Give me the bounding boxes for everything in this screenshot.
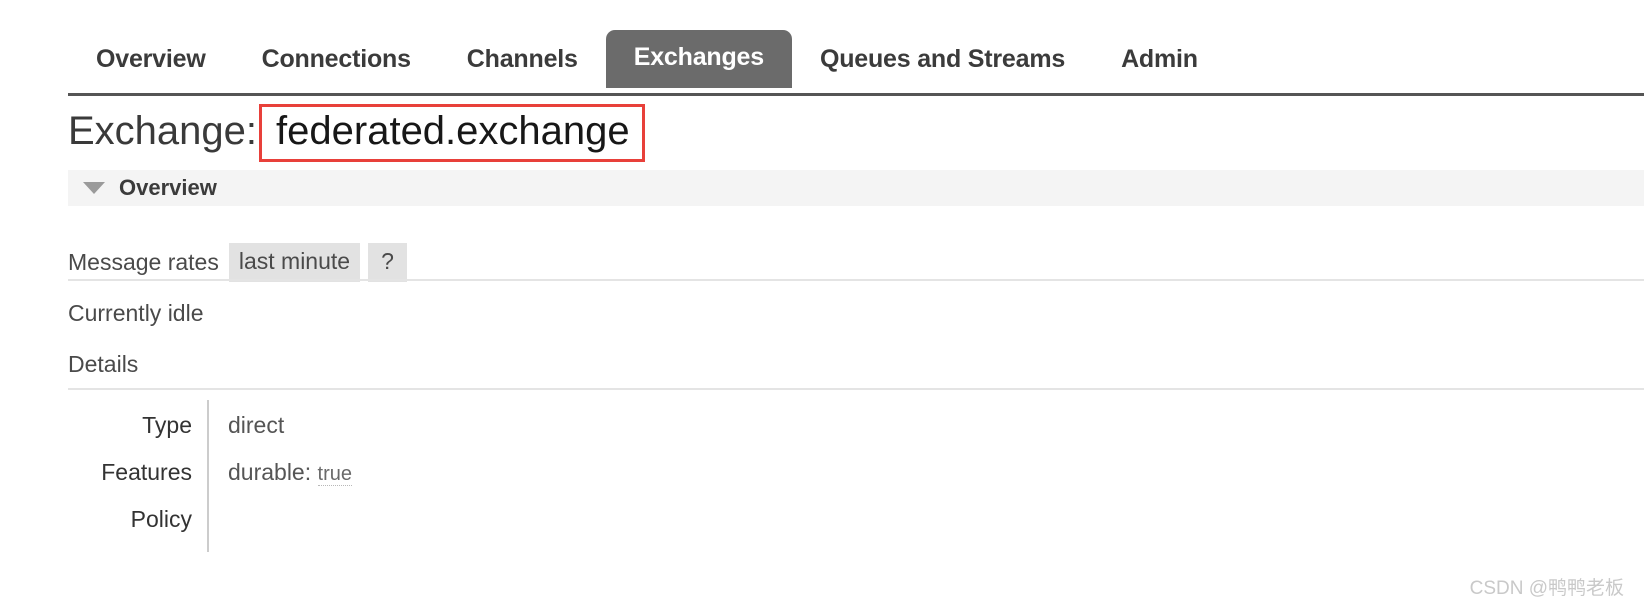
watermark: CSDN @鸭鸭老板 [1469, 578, 1624, 599]
tab-queues-and-streams[interactable]: Queues and Streams [792, 34, 1093, 87]
message-rates-divider [68, 279, 1644, 281]
detail-key-features: Features [101, 459, 192, 485]
detail-value-type-text: direct [228, 412, 285, 438]
tab-channels[interactable]: Channels [439, 34, 606, 87]
main-navigation-tabbar: Overview Connections Channels Exchanges … [0, 0, 1644, 96]
tabbar-underline [68, 93, 1644, 96]
tab-overview[interactable]: Overview [68, 34, 234, 87]
page-title-prefix: Exchange: [68, 109, 258, 153]
message-rates-row: Message rates last minute ? [68, 243, 415, 282]
detail-value-policy [192, 513, 228, 527]
detail-value-features-text: durable: [228, 459, 312, 485]
details-label: Details [68, 351, 139, 377]
overview-section-label: Overview [119, 175, 217, 200]
detail-key-type: Type [142, 412, 192, 438]
chevron-down-icon[interactable] [83, 182, 105, 194]
page-title: Exchange: federated.exchange [68, 104, 645, 162]
tab-connections[interactable]: Connections [234, 34, 439, 87]
message-rates-help-icon[interactable]: ? [368, 243, 407, 282]
table-row: Type direct [68, 400, 768, 447]
detail-key-policy: Policy [130, 506, 192, 532]
currently-idle-status: Currently idle [68, 300, 204, 326]
message-rates-label: Message rates [68, 249, 219, 275]
tab-exchanges[interactable]: Exchanges [605, 30, 792, 88]
overview-section-header[interactable]: Overview [68, 170, 1644, 206]
detail-value-features-flag[interactable]: true [317, 463, 352, 486]
tab-admin[interactable]: Admin [1093, 34, 1226, 87]
exchange-name-highlight: federated.exchange [259, 104, 645, 162]
table-row: Features durable: true [68, 447, 768, 494]
table-row: Policy [68, 494, 768, 541]
details-divider [68, 388, 1644, 390]
message-rates-period-chip[interactable]: last minute [228, 243, 361, 282]
details-table: Type direct Features durable: true Polic… [68, 400, 768, 541]
detail-value-features: durable: true [192, 447, 352, 486]
detail-value-type: direct [192, 400, 284, 437]
tab-list: Overview Connections Channels Exchanges … [68, 30, 1226, 96]
